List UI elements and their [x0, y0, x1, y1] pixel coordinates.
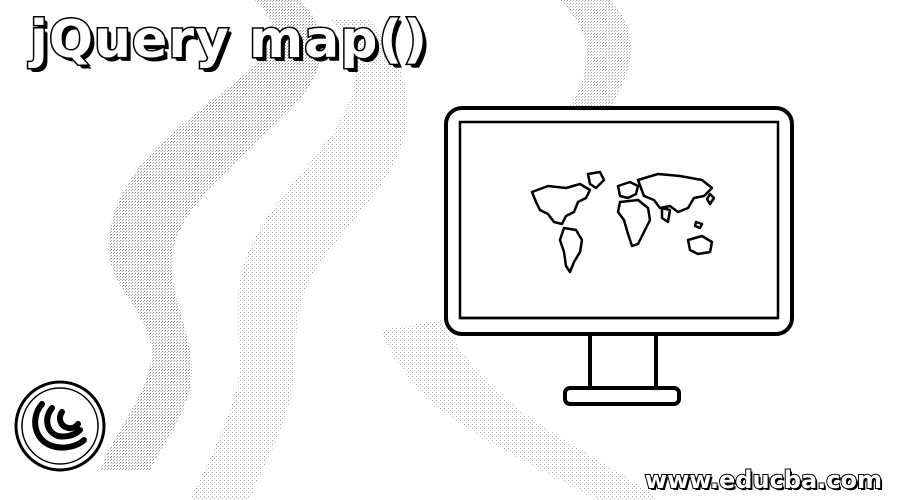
jquery-logo-icon: [14, 380, 106, 472]
desktop-monitor-icon: [444, 106, 794, 406]
banner: jQuery map() www.educba.com: [0, 0, 900, 500]
website-url: www.educba.com: [644, 466, 883, 494]
page-title: jQuery map(): [29, 10, 429, 70]
